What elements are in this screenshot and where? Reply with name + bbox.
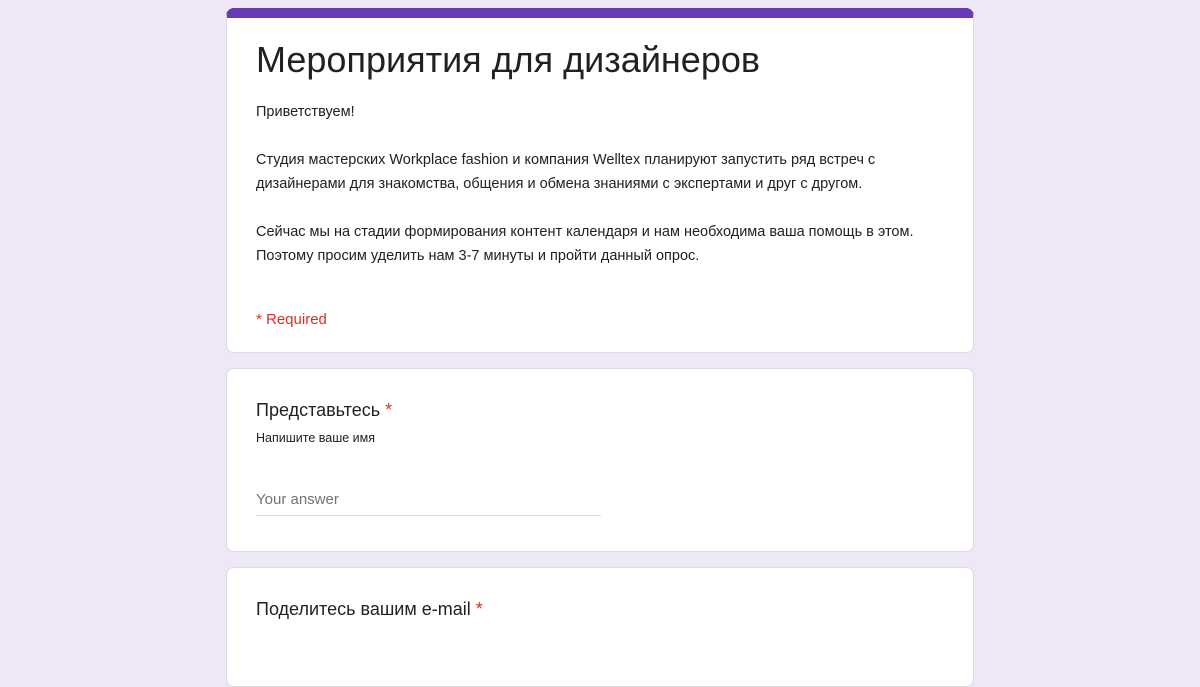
question-help-text: Напишите ваше имя xyxy=(256,431,376,445)
question-card-name: Представьтесь * Напишите ваше имя xyxy=(226,368,974,552)
question-title: Представьтесь * xyxy=(256,398,392,422)
question-title: Поделитесь вашим e-mail * xyxy=(256,597,483,621)
question-card-email: Поделитесь вашим e-mail * xyxy=(226,567,974,687)
required-asterisk: * xyxy=(475,599,483,619)
question-title-text: Поделитесь вашим e-mail xyxy=(256,599,471,619)
name-answer-input[interactable] xyxy=(256,483,601,516)
form-description: Приветствуем! Студия мастерских Workplac… xyxy=(256,104,914,264)
question-title-text: Представьтесь xyxy=(256,400,381,420)
required-note: * Required xyxy=(256,311,327,328)
form-header-card: Мероприятия для дизайнеров Приветствуем!… xyxy=(226,8,974,353)
required-asterisk: * xyxy=(385,400,393,420)
form-title: Мероприятия для дизайнеров xyxy=(256,39,760,80)
